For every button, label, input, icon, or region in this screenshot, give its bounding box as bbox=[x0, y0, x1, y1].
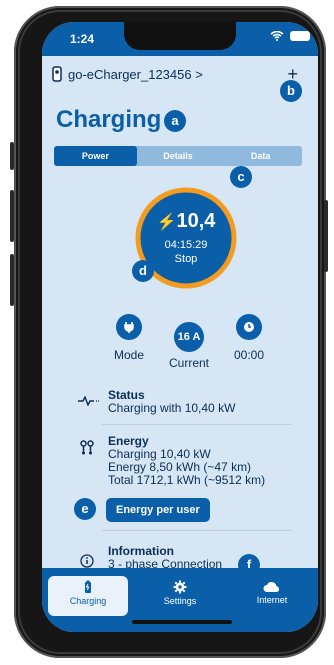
side-button-left-bottom bbox=[10, 254, 14, 306]
device-selector[interactable]: go-eCharger_123456 > bbox=[52, 66, 203, 82]
page-title: Charging bbox=[56, 106, 162, 133]
nav-internet[interactable]: Internet bbox=[232, 576, 312, 616]
notch bbox=[124, 22, 236, 50]
nav-internet-label: Internet bbox=[256, 595, 288, 605]
side-button-left-mid bbox=[10, 190, 14, 242]
energy-per-user-button[interactable]: Energy per user bbox=[106, 498, 210, 522]
bottom-nav: Charging Settings Internet bbox=[42, 568, 318, 632]
home-indicator bbox=[132, 620, 232, 624]
device-name: go-eCharger_123456 > bbox=[68, 66, 203, 82]
clock-icon bbox=[244, 322, 254, 332]
status-title: Status bbox=[108, 388, 145, 402]
nav-charging[interactable]: Charging bbox=[48, 576, 128, 616]
tab-details[interactable]: Details bbox=[137, 146, 220, 166]
divider-energy bbox=[102, 530, 292, 531]
nav-charging-label: Charging bbox=[69, 596, 107, 606]
status-bar: 1:24 bbox=[42, 22, 318, 56]
gauge-power-row: ⚡10,4 bbox=[134, 210, 238, 233]
status-time: 1:24 bbox=[70, 32, 95, 46]
status-text: Charging with 10,40 kW bbox=[108, 401, 236, 415]
annotation-marker-b: b bbox=[280, 80, 302, 102]
current-button[interactable]: 16 A bbox=[174, 322, 204, 352]
mode-button[interactable] bbox=[116, 314, 142, 340]
info-title: Information bbox=[108, 544, 174, 558]
plug-icon bbox=[124, 322, 134, 333]
annotation-marker-c: c bbox=[230, 166, 252, 188]
bolt-icon: ⚡ bbox=[156, 214, 177, 231]
mode-label: Mode bbox=[113, 348, 145, 362]
gauge-duration: 04:15:29 bbox=[164, 239, 208, 251]
energy-title: Energy bbox=[108, 434, 149, 448]
timer-button[interactable] bbox=[236, 314, 262, 340]
nav-settings-label: Settings bbox=[163, 596, 197, 606]
system-icons bbox=[270, 31, 310, 41]
energy-line-total: Total 1712,1 kWh (~9512 km) bbox=[108, 473, 266, 487]
wifi-icon bbox=[270, 31, 284, 41]
tab-data[interactable]: Data bbox=[219, 146, 302, 166]
tab-power[interactable]: Power bbox=[54, 146, 137, 166]
cloud-icon bbox=[263, 582, 280, 592]
battery-charging-icon bbox=[85, 580, 91, 593]
view-tabs: Power Details Data bbox=[54, 146, 302, 166]
gear-icon bbox=[173, 580, 187, 594]
side-button-left-top bbox=[10, 142, 14, 170]
app-screen: 1:24 go-eCharger_123456 > + b Charging a… bbox=[42, 22, 318, 632]
nav-settings[interactable]: Settings bbox=[140, 576, 220, 616]
current-value: 16 A bbox=[177, 331, 201, 343]
activity-icon bbox=[78, 396, 99, 406]
energy-icon bbox=[80, 440, 94, 455]
current-label: Current bbox=[168, 356, 209, 370]
annotation-marker-a: a bbox=[164, 110, 186, 132]
info-icon bbox=[80, 554, 94, 568]
annotation-marker-d: d bbox=[132, 260, 154, 282]
gauge-power-value: 10,4 bbox=[176, 210, 216, 232]
timer-label: 00:00 bbox=[233, 348, 265, 362]
charger-device-icon bbox=[52, 66, 62, 82]
battery-icon bbox=[290, 31, 310, 41]
annotation-marker-e: e bbox=[74, 498, 96, 520]
divider-status bbox=[102, 424, 292, 425]
side-button-right bbox=[324, 200, 328, 272]
